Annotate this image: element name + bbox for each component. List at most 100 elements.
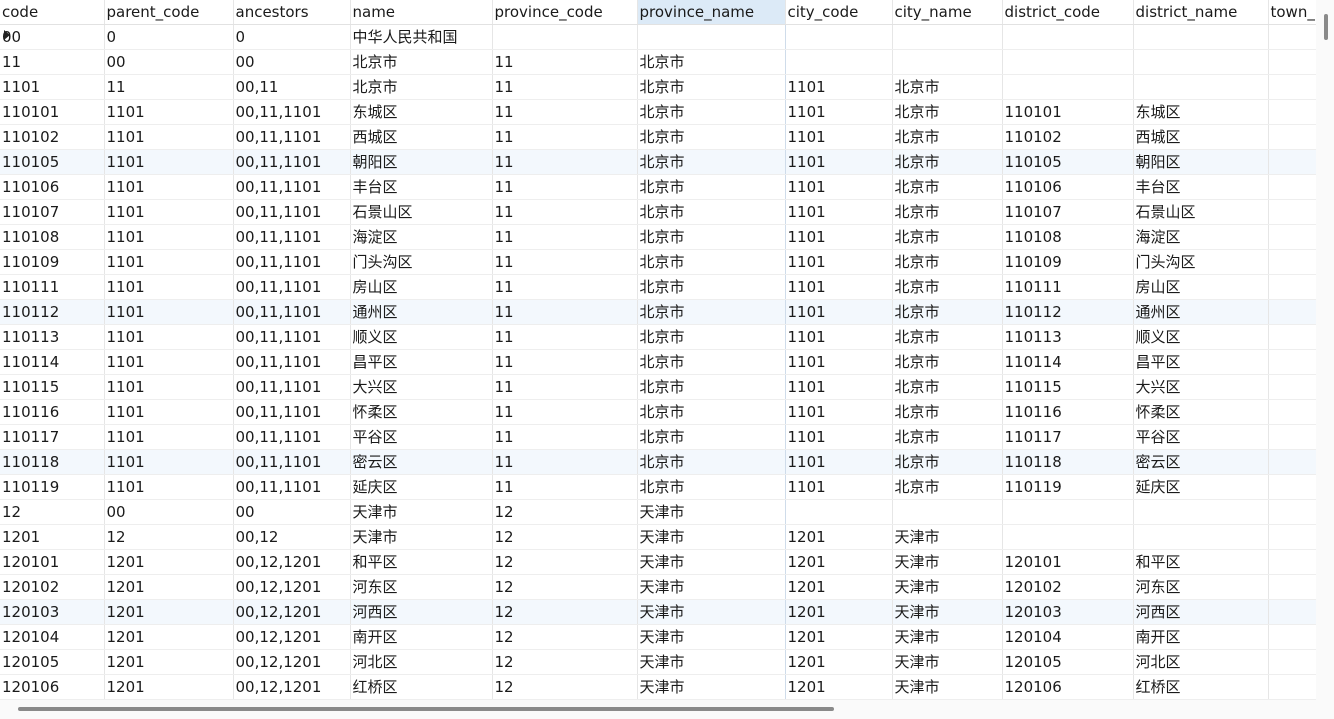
table-row[interactable]: 110101 1101 00,11,1101 东城区 11 北京市 1101 北京市 11010… (0, 99, 1316, 125)
table-cell-ancestors[interactable]: 00,11,1101 (233, 399, 351, 425)
table-cell-town[interactable] (1268, 174, 1316, 200)
table-cell-name[interactable]: 门头沟区 (350, 249, 493, 275)
table-cell-ancestors[interactable]: 0 (233, 24, 351, 50)
table-cell-name[interactable]: 和平区 (350, 549, 493, 575)
table-row[interactable]: 110106 1101 00,11,1101 丰台区 11 北京市 1101 北京市 11010… (0, 174, 1316, 200)
table-cell-district-code[interactable]: 110101 (1002, 99, 1134, 125)
table-cell-city-code[interactable]: 1101 (785, 174, 893, 200)
table-cell-parent-code[interactable]: 1101 (104, 449, 234, 475)
table-cell-code[interactable]: 120106 (0, 674, 105, 700)
table-cell-province-name[interactable]: 北京市 (637, 274, 786, 300)
table-cell-code[interactable]: 12 (0, 499, 105, 525)
table-cell-city-code[interactable]: 1201 (785, 599, 893, 625)
table-cell-province-name[interactable]: 天津市 (637, 574, 786, 600)
table-cell-province-name[interactable]: 北京市 (637, 399, 786, 425)
table-cell-ancestors[interactable]: 00,12,1201 (233, 649, 351, 675)
table-cell-province-code[interactable]: 11 (492, 224, 638, 250)
table-cell-code[interactable]: 110119 (0, 474, 105, 500)
table-cell-province-code[interactable]: 11 (492, 99, 638, 125)
table-cell-code[interactable]: 110117 (0, 424, 105, 450)
table-cell-province-code[interactable]: 12 (492, 574, 638, 600)
table-cell-city-code[interactable]: 1101 (785, 199, 893, 225)
table-cell-district-code[interactable]: 110119 (1002, 474, 1134, 500)
table-cell-ancestors[interactable]: 00,11,1101 (233, 174, 351, 200)
table-cell-name[interactable]: 海淀区 (350, 224, 493, 250)
table-cell-code[interactable]: 00 (0, 24, 105, 50)
table-cell-province-name[interactable]: 北京市 (637, 199, 786, 225)
table-row[interactable]: 11 00 00 北京市 11 北京市 (0, 49, 1316, 75)
table-cell-city-name[interactable]: 北京市 (892, 299, 1003, 325)
table-row[interactable]: 110115 1101 00,11,1101 大兴区 11 北京市 1101 北京市 11011… (0, 374, 1316, 400)
column-header-code[interactable]: code (0, 0, 105, 25)
table-cell-city-name[interactable]: 北京市 (892, 249, 1003, 275)
table-cell-city-code[interactable]: 1101 (785, 149, 893, 175)
table-cell-city-name[interactable]: 天津市 (892, 574, 1003, 600)
table-cell-ancestors[interactable]: 00,11,1101 (233, 349, 351, 375)
table-cell-district-name[interactable]: 怀柔区 (1133, 399, 1269, 425)
table-cell-town[interactable] (1268, 224, 1316, 250)
table-cell-ancestors[interactable]: 00,11,1101 (233, 449, 351, 475)
table-cell-code[interactable]: 1101 (0, 74, 105, 100)
table-cell-district-name[interactable]: 密云区 (1133, 449, 1269, 475)
table-cell-province-code[interactable]: 11 (492, 474, 638, 500)
column-header-district-code[interactable]: district_code (1002, 0, 1134, 25)
table-cell-district-code[interactable]: 120104 (1002, 624, 1134, 650)
table-cell-province-code[interactable]: 11 (492, 174, 638, 200)
table-cell-town[interactable] (1268, 49, 1316, 75)
table-cell-name[interactable]: 怀柔区 (350, 399, 493, 425)
table-cell-city-code[interactable]: 1101 (785, 124, 893, 150)
table-cell-city-name[interactable]: 北京市 (892, 174, 1003, 200)
table-cell-code[interactable]: 110114 (0, 349, 105, 375)
table-cell-city-code[interactable]: 1101 (785, 449, 893, 475)
table-cell-town[interactable] (1268, 374, 1316, 400)
table-cell-name[interactable]: 红桥区 (350, 674, 493, 700)
table-cell-city-code[interactable]: 1101 (785, 324, 893, 350)
table-cell-province-code[interactable]: 11 (492, 449, 638, 475)
table-cell-name[interactable]: 平谷区 (350, 424, 493, 450)
table-cell-city-name[interactable]: 北京市 (892, 399, 1003, 425)
table-cell-province-code[interactable]: 11 (492, 149, 638, 175)
table-cell-city-code[interactable]: 1201 (785, 524, 893, 550)
table-cell-town[interactable] (1268, 574, 1316, 600)
table-cell-code[interactable]: 120104 (0, 624, 105, 650)
table-cell-district-code[interactable]: 110109 (1002, 249, 1134, 275)
column-header-province-name[interactable]: province_name (637, 0, 786, 25)
table-cell-district-code[interactable] (1002, 24, 1134, 50)
table-cell-town[interactable] (1268, 599, 1316, 625)
table-row[interactable]: 120103 1201 00,12,1201 河西区 12 天津市 1201 天津市 12010… (0, 599, 1316, 625)
table-row[interactable]: 110102 1101 00,11,1101 西城区 11 北京市 1101 北京市 11010… (0, 124, 1316, 150)
table-cell-parent-code[interactable]: 1101 (104, 474, 234, 500)
table-cell-parent-code[interactable]: 1101 (104, 324, 234, 350)
table-cell-town[interactable] (1268, 74, 1316, 100)
table-cell-ancestors[interactable]: 00,11,1101 (233, 374, 351, 400)
table-cell-town[interactable] (1268, 449, 1316, 475)
table-cell-city-code[interactable]: 1201 (785, 674, 893, 700)
table-cell-town[interactable] (1268, 274, 1316, 300)
table-cell-district-name[interactable]: 红桥区 (1133, 674, 1269, 700)
table-cell-town[interactable] (1268, 199, 1316, 225)
table-cell-province-name[interactable]: 天津市 (637, 674, 786, 700)
table-cell-code[interactable]: 110118 (0, 449, 105, 475)
table-cell-city-name[interactable]: 北京市 (892, 99, 1003, 125)
table-cell-district-code[interactable] (1002, 499, 1134, 525)
table-cell-city-code[interactable] (785, 49, 893, 75)
table-cell-code[interactable]: 110106 (0, 174, 105, 200)
column-header-ancestors[interactable]: ancestors (233, 0, 351, 25)
table-cell-parent-code[interactable]: 1101 (104, 149, 234, 175)
table-cell-name[interactable]: 北京市 (350, 74, 493, 100)
table-cell-city-name[interactable]: 天津市 (892, 649, 1003, 675)
table-cell-district-name[interactable]: 门头沟区 (1133, 249, 1269, 275)
table-cell-ancestors[interactable]: 00,11,1101 (233, 99, 351, 125)
table-cell-district-code[interactable] (1002, 524, 1134, 550)
table-cell-code[interactable]: 110109 (0, 249, 105, 275)
table-cell-name[interactable]: 丰台区 (350, 174, 493, 200)
table-cell-parent-code[interactable]: 1101 (104, 274, 234, 300)
table-cell-ancestors[interactable]: 00,11,1101 (233, 299, 351, 325)
table-cell-ancestors[interactable]: 00,12 (233, 524, 351, 550)
table-cell-code[interactable]: 120101 (0, 549, 105, 575)
table-cell-name[interactable]: 通州区 (350, 299, 493, 325)
table-cell-district-code[interactable]: 120106 (1002, 674, 1134, 700)
table-cell-code[interactable]: 1201 (0, 524, 105, 550)
table-cell-ancestors[interactable]: 00,11,1101 (233, 474, 351, 500)
table-cell-code[interactable]: 110108 (0, 224, 105, 250)
